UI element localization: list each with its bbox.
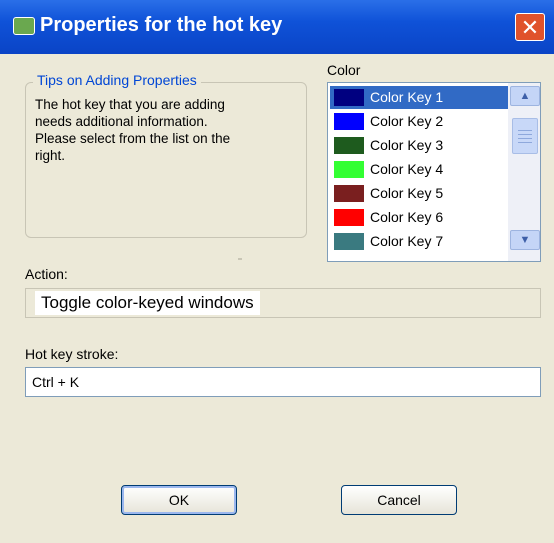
hotkey-input[interactable]: Ctrl + K bbox=[25, 367, 541, 397]
divider-mark bbox=[238, 258, 242, 260]
color-swatch bbox=[334, 89, 364, 106]
title-bar[interactable]: Properties for the hot key ✕ bbox=[0, 0, 554, 54]
color-swatch bbox=[334, 137, 364, 154]
tips-line: right. bbox=[35, 148, 66, 163]
color-item-label: Color Key 5 bbox=[370, 185, 444, 201]
hotkey-label: Hot key stroke: bbox=[25, 346, 119, 362]
tips-text: The hot key that you are adding needs ad… bbox=[35, 96, 295, 164]
tips-line: needs additional information. bbox=[35, 114, 208, 129]
window-title: Properties for the hot key bbox=[40, 14, 283, 36]
scroll-up-icon[interactable]: ▲ bbox=[510, 86, 540, 106]
color-swatch bbox=[334, 209, 364, 226]
dialog-window: Properties for the hot key ✕ Tips on Add… bbox=[0, 0, 554, 543]
color-list-item[interactable]: Color Key 6 bbox=[330, 206, 516, 229]
color-item-label: Color Key 6 bbox=[370, 209, 444, 225]
close-icon[interactable]: ✕ bbox=[515, 13, 545, 41]
tips-line: Please select from the list on the bbox=[35, 131, 231, 146]
color-list-item[interactable]: Color Key 7 bbox=[330, 230, 516, 253]
color-list-item[interactable]: Color Key 3 bbox=[330, 134, 516, 157]
color-item-label: Color Key 3 bbox=[370, 137, 444, 153]
color-swatch bbox=[334, 113, 364, 130]
action-label: Action: bbox=[25, 266, 68, 282]
grip-line bbox=[518, 138, 532, 139]
color-item-label: Color Key 7 bbox=[370, 233, 444, 249]
cancel-button[interactable]: Cancel bbox=[341, 485, 457, 515]
scroll-thumb[interactable] bbox=[512, 118, 538, 154]
color-list-item[interactable]: Color Key 1 bbox=[330, 86, 516, 109]
grip-line bbox=[518, 142, 532, 143]
action-value: Toggle color-keyed windows bbox=[35, 291, 260, 315]
app-icon bbox=[13, 17, 35, 35]
color-item-label: Color Key 4 bbox=[370, 161, 444, 177]
color-item-label: Color Key 2 bbox=[370, 113, 444, 129]
tips-line: The hot key that you are adding bbox=[35, 97, 225, 112]
color-label: Color bbox=[327, 62, 361, 78]
color-list-item[interactable]: Color Key 5 bbox=[330, 182, 516, 205]
color-item-label: Color Key 1 bbox=[370, 89, 444, 105]
grip-line bbox=[518, 134, 532, 135]
scroll-down-icon[interactable]: ▼ bbox=[510, 230, 540, 250]
grip-line bbox=[518, 130, 532, 131]
tips-legend: Tips on Adding Properties bbox=[33, 72, 201, 88]
ok-button[interactable]: OK bbox=[121, 485, 237, 515]
color-swatch bbox=[334, 233, 364, 250]
color-list-item[interactable]: Color Key 2 bbox=[330, 110, 516, 133]
color-list-item[interactable]: Color Key 4 bbox=[330, 158, 516, 181]
color-swatch bbox=[334, 185, 364, 202]
color-swatch bbox=[334, 161, 364, 178]
